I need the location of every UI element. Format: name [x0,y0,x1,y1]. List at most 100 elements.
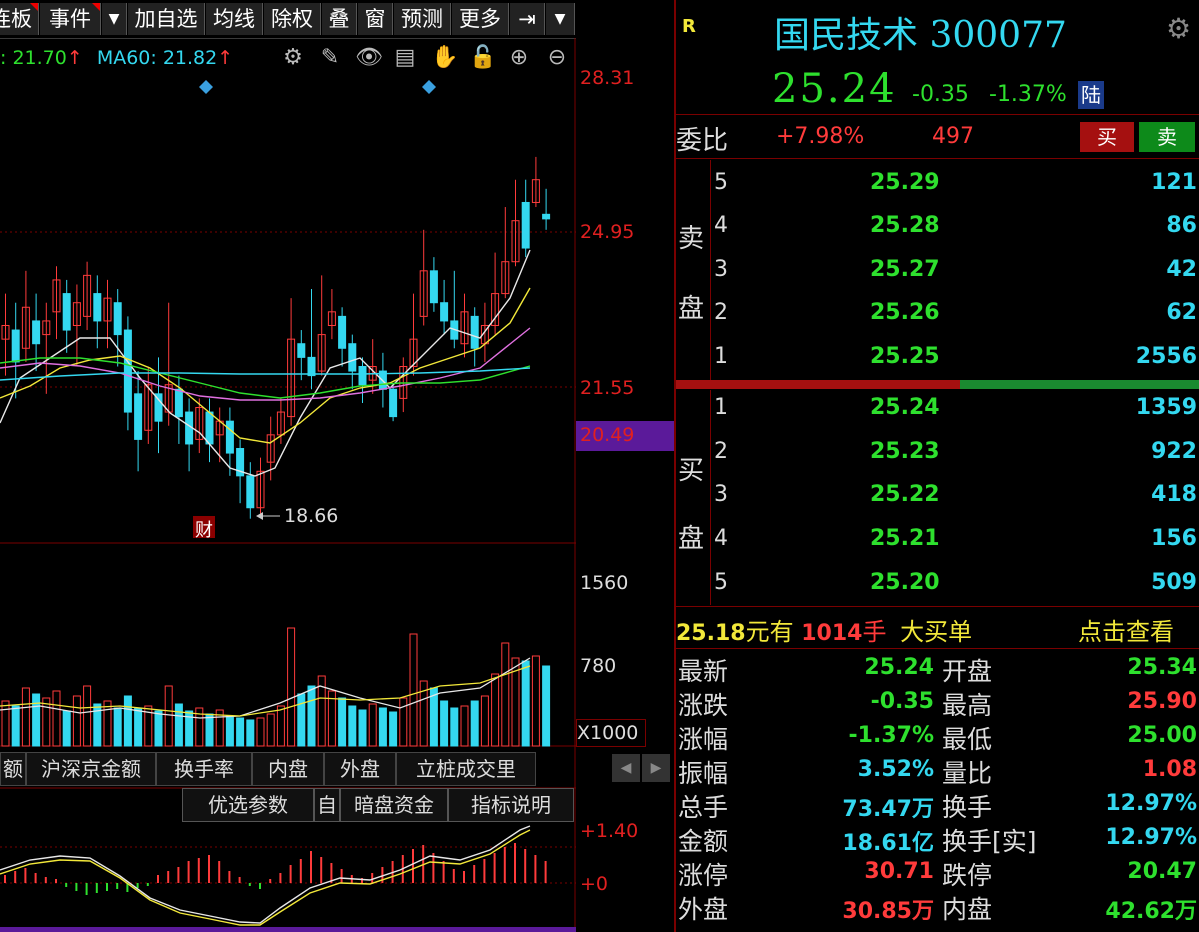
tab-outer-volume[interactable]: 外盘 [324,752,396,786]
axis-volume-unit: X1000 [576,719,646,747]
tab-turnover[interactable]: 换手率 [156,752,252,786]
settings-gear-icon[interactable]: ⚙ [1166,12,1191,45]
tab-market-amount[interactable]: 沪深京金额 [26,752,156,786]
stat-value: 20.47 [1127,859,1197,884]
moving-average-button[interactable]: 均线 [206,3,263,35]
stat-label: 跌停 [942,861,993,890]
order-volume: 1359 [1135,395,1197,420]
big-order-banner[interactable]: 25.18元有 1014手 大买单 [676,612,972,647]
order-volume: 2556 [1135,344,1197,369]
more-button[interactable]: 更多 [452,3,509,35]
stat-label: 总手 [678,793,729,822]
big-order-unit: 手 [862,618,887,646]
bid-ask-ratio-bar-red [676,380,960,389]
order-volume: 62 [1166,300,1197,325]
toolbar-label: 窗 [364,7,386,31]
order-volume: 156 [1151,526,1197,551]
view-big-order-link[interactable]: 点击查看 [1078,612,1174,647]
scroll-left-icon[interactable]: ◀ [612,754,640,782]
axis-macd-top: +1.40 [580,820,639,842]
macd-indicator [0,825,547,926]
stat-label: 外盘 [678,895,729,924]
big-order-label: 大买单 [900,618,973,646]
quote-panel: R 国民技术 300077 ⚙ 25.24 -0.35 -1.37% 陆 委比 … [676,0,1199,932]
stat-value: 25.90 [1127,689,1197,714]
weibi-label: 委比 [676,126,729,156]
toolbar-dropdown-icon[interactable]: ▼ [102,3,127,35]
stat-label: 涨幅 [678,725,729,754]
tab-pile-volume[interactable]: 立桩成交里 [396,752,536,786]
weibi-value: +7.98% [776,124,865,149]
weicha-value: 497 [932,124,974,149]
add-watchlist-button[interactable]: 加自选 [128,3,205,35]
order-price: 25.28 [870,213,940,238]
tab-label: 沪深京金额 [41,757,141,781]
chart-toolbar: 连板 事件 ▼ 加自选 均线 除权 叠 窗 预测 更多 ⇥ ▼ [0,0,576,39]
buy-side-label-2: 盘 [678,524,705,554]
window-button[interactable]: 窗 [358,3,393,35]
forecast-button[interactable]: 预测 [394,3,451,35]
stat-label: 最高 [942,691,993,720]
stat-label: 金额 [678,827,729,856]
overlay-button[interactable]: 叠 [322,3,357,35]
tab-dark-pool-funds[interactable]: 暗盘资金 [340,788,448,822]
stat-value: 25.34 [1127,655,1197,680]
toolbar-label: 叠 [328,7,350,31]
tab-self[interactable]: 自 [314,788,340,822]
tab-inner-volume[interactable]: 内盘 [252,752,324,786]
sell-side-label-1: 卖 [678,224,705,254]
ex-rights-button[interactable]: 除权 [264,3,321,35]
stat-value: -1.37% [848,723,934,748]
toolbar-label: 除权 [271,7,313,31]
buy-button[interactable]: 买 [1080,122,1134,152]
sell-side-label-2: 盘 [678,294,705,324]
tab-label: 内盘 [268,757,308,781]
axis-price-current: 20.49 [580,424,635,446]
stat-value: 12.97% [1105,791,1197,816]
toolbar-label: 均线 [213,7,255,31]
stat-value: 3.52% [857,757,934,782]
stat-value: 30.85万 [842,899,934,924]
tab-label: 优选参数 [208,793,288,817]
toolbar-limit-up-board[interactable]: 连板 [0,3,39,35]
market-badge: 陆 [1078,81,1104,109]
tab-amount[interactable]: 额 [0,752,26,786]
big-order-price: 25.18 [676,621,746,646]
scroll-right-icon[interactable]: ▶ [642,754,670,782]
axis-volume-top: 1560 [580,572,629,594]
order-price: 25.26 [870,300,940,325]
stat-label: 最低 [942,725,993,754]
tab-label: 外盘 [340,757,380,781]
toolbar-label: 预测 [401,7,443,31]
order-level: 3 [714,257,728,282]
toolbar-label: 连板 [0,7,32,31]
order-price: 25.27 [870,257,940,282]
buy-side-label-1: 买 [678,456,705,486]
order-level: 5 [714,570,728,595]
axis-price-top: 28.31 [580,67,635,89]
stat-value: 25.24 [864,655,934,680]
chevron-down-icon: ▼ [108,11,120,27]
order-price: 25.20 [870,570,940,595]
stat-value: -0.35 [870,689,934,714]
axis-macd-zero: +0 [580,873,609,895]
chevron-down-icon: ▼ [554,11,566,27]
event-marker-icon [422,80,436,94]
toolbar-events[interactable]: 事件 [40,3,101,35]
stock-name-text: 国民技术 [774,15,919,56]
stat-label: 振幅 [678,759,729,788]
tab-label: 换手率 [174,757,234,781]
finance-report-marker[interactable]: 财 [195,516,213,542]
order-level: 4 [714,526,728,551]
sell-button[interactable]: 卖 [1139,122,1195,152]
collapse-panel-button[interactable]: ⇥ [510,3,545,35]
axis-volume-mid: 780 [580,655,617,677]
stat-label: 涨停 [678,861,729,890]
tab-preferred-params[interactable]: 优选参数 [182,788,314,822]
stat-value: 18.61亿 [842,831,934,856]
order-volume: 121 [1151,170,1197,195]
collapse-icon: ⇥ [518,7,536,31]
axis-price-mid: 24.95 [580,221,635,243]
toolbar-more-dropdown[interactable]: ▼ [546,3,575,35]
tab-indicator-help[interactable]: 指标说明 [448,788,574,822]
